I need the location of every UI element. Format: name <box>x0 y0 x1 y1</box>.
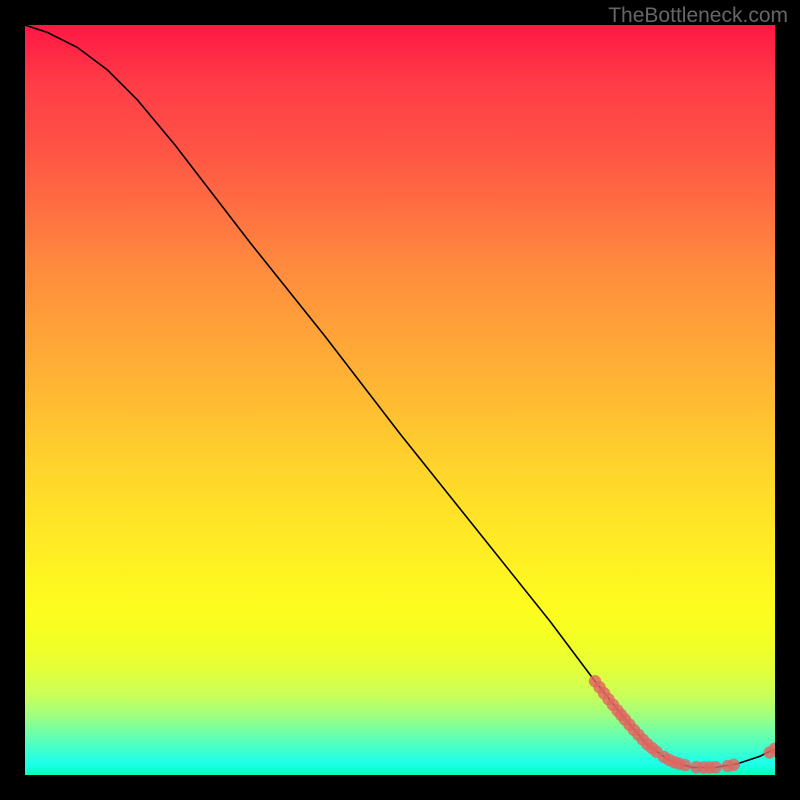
chart-plot-area <box>25 25 775 775</box>
chart-svg <box>25 25 775 775</box>
curve-line <box>25 25 775 768</box>
data-marker <box>710 761 722 773</box>
markers-group <box>589 675 775 774</box>
data-marker <box>679 759 691 771</box>
data-marker <box>728 759 740 771</box>
watermark-text: TheBottleneck.com <box>608 4 788 28</box>
